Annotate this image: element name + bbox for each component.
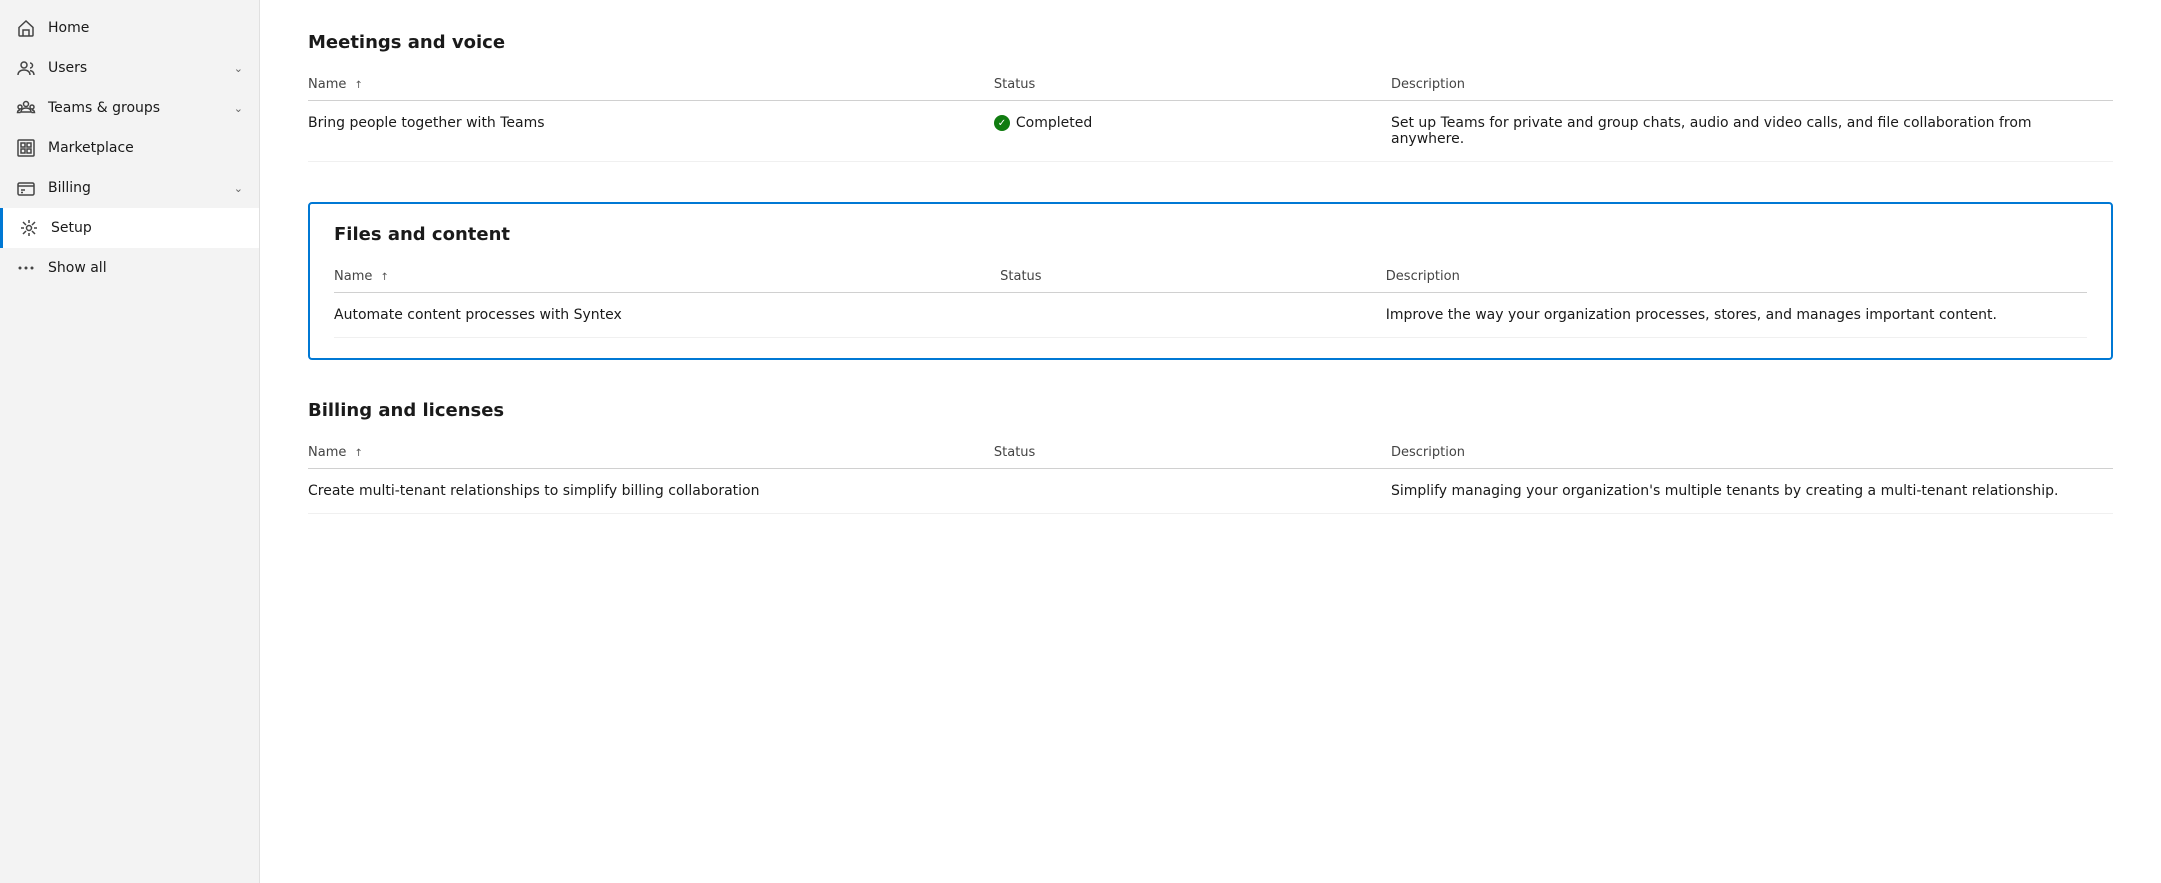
status-completed-dot xyxy=(994,115,1010,131)
sidebar-item-setup-label: Setup xyxy=(51,220,243,236)
teams-groups-chevron-icon: ⌄ xyxy=(234,102,243,115)
files-name-sort-arrow: ↑ xyxy=(381,272,389,283)
sidebar-item-billing-label: Billing xyxy=(48,180,222,196)
marketplace-icon xyxy=(16,138,36,158)
users-chevron-icon: ⌄ xyxy=(234,62,243,75)
name-sort-arrow: ↑ xyxy=(355,80,363,91)
billing-table-header-row: Name ↑ Status Description xyxy=(308,437,2113,469)
files-row-description: Improve the way your organization proces… xyxy=(1386,293,2087,338)
billing-row-description: Simplify managing your organization's mu… xyxy=(1391,469,2113,514)
billing-col-description-header: Description xyxy=(1391,437,2113,469)
files-col-status-header: Status xyxy=(1000,261,1386,293)
files-and-content-table: Name ↑ Status Description Automate conte… xyxy=(334,261,2087,338)
billing-icon xyxy=(16,178,36,198)
meetings-and-voice-title: Meetings and voice xyxy=(308,32,2113,53)
sidebar-item-marketplace[interactable]: Marketplace xyxy=(0,128,259,168)
table-row: Create multi-tenant relationships to sim… xyxy=(308,469,2113,514)
table-row: Automate content processes with Syntex I… xyxy=(334,293,2087,338)
meetings-and-voice-section: Meetings and voice Name ↑ Status Descrip… xyxy=(308,32,2113,162)
teams-icon xyxy=(16,98,36,118)
billing-chevron-icon: ⌄ xyxy=(234,182,243,195)
files-col-description-header: Description xyxy=(1386,261,2087,293)
sidebar-item-setup[interactable]: Setup xyxy=(0,208,259,248)
meetings-row-description: Set up Teams for private and group chats… xyxy=(1391,101,2113,162)
sidebar-item-teams-groups-label: Teams & groups xyxy=(48,100,222,116)
sidebar-item-home-label: Home xyxy=(48,20,243,36)
billing-and-licenses-title: Billing and licenses xyxy=(308,400,2113,421)
sidebar-item-show-all-label: Show all xyxy=(48,260,243,276)
files-col-name-header: Name ↑ xyxy=(334,261,1000,293)
files-row-name: Automate content processes with Syntex xyxy=(334,293,1000,338)
sidebar: Home Users ⌄ Teams & groups ⌄ xyxy=(0,0,260,883)
meetings-col-status-header: Status xyxy=(994,69,1391,101)
files-row-status xyxy=(1000,293,1386,338)
billing-row-status xyxy=(994,469,1391,514)
files-and-content-section: Files and content Name ↑ Status Descript… xyxy=(308,202,2113,360)
main-content: Meetings and voice Name ↑ Status Descrip… xyxy=(260,0,2161,883)
status-completed: Completed xyxy=(994,115,1379,131)
users-icon xyxy=(16,58,36,78)
sidebar-item-teams-groups[interactable]: Teams & groups ⌄ xyxy=(0,88,259,128)
files-table-header-row: Name ↑ Status Description xyxy=(334,261,2087,293)
home-icon xyxy=(16,18,36,38)
sidebar-item-users[interactable]: Users ⌄ xyxy=(0,48,259,88)
sidebar-item-show-all[interactable]: Show all xyxy=(0,248,259,288)
meetings-table-header-row: Name ↑ Status Description xyxy=(308,69,2113,101)
meetings-col-description-header: Description xyxy=(1391,69,2113,101)
billing-and-licenses-section: Billing and licenses Name ↑ Status Descr… xyxy=(308,400,2113,514)
sidebar-item-billing[interactable]: Billing ⌄ xyxy=(0,168,259,208)
status-completed-label: Completed xyxy=(1016,115,1092,131)
billing-col-name-header: Name ↑ xyxy=(308,437,994,469)
meetings-row-name: Bring people together with Teams xyxy=(308,101,994,162)
meetings-and-voice-table: Name ↑ Status Description Bring people t… xyxy=(308,69,2113,162)
billing-row-name: Create multi-tenant relationships to sim… xyxy=(308,469,994,514)
billing-col-status-header: Status xyxy=(994,437,1391,469)
sidebar-item-home[interactable]: Home xyxy=(0,8,259,48)
meetings-row-status: Completed xyxy=(994,101,1391,162)
billing-and-licenses-table: Name ↑ Status Description Create multi-t… xyxy=(308,437,2113,514)
meetings-col-name-header: Name ↑ xyxy=(308,69,994,101)
dots-icon xyxy=(16,258,36,278)
sidebar-item-users-label: Users xyxy=(48,60,222,76)
files-and-content-title: Files and content xyxy=(334,224,2087,245)
billing-name-sort-arrow: ↑ xyxy=(355,448,363,459)
sidebar-item-marketplace-label: Marketplace xyxy=(48,140,243,156)
table-row: Bring people together with Teams Complet… xyxy=(308,101,2113,162)
setup-icon xyxy=(19,218,39,238)
